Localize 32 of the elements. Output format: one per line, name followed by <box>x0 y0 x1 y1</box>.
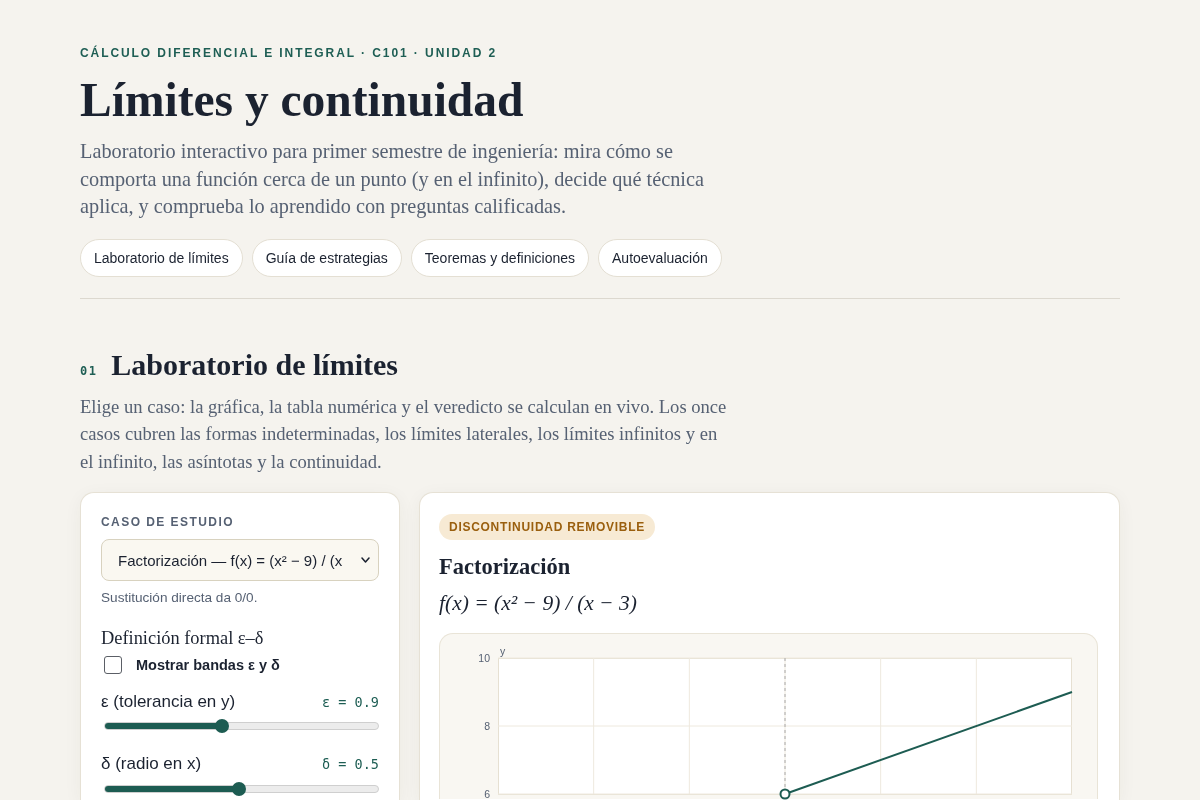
slider-value: δ = 0.5 <box>322 756 379 772</box>
checkbox-label[interactable]: Mostrar bandas ε y δ <box>136 657 280 673</box>
checkbox[interactable] <box>104 656 122 674</box>
section-number: 01 <box>80 363 98 378</box>
nav-pill[interactable]: Laboratorio de límites <box>80 238 243 277</box>
case-hint: Sustitución directa da 0/0. <box>101 590 258 606</box>
slider-thumb[interactable] <box>231 782 246 796</box>
page-title: Límites y continuidad <box>80 73 524 128</box>
section-title: Laboratorio de límites <box>111 346 398 383</box>
slider-track[interactable] <box>104 785 379 793</box>
function-formula: f(x) = (x² − 9) / (x − 3) <box>439 590 637 616</box>
course-eyebrow: CÁLCULO DIFERENCIAL E INTEGRAL · C101 · UNIDAD 2 <box>80 45 498 61</box>
intro-paragraph: Laboratorio interactivo para primer semestre de ingeniería: mira cómo se comporta una función cerca de un punto (y en el infinito), decide qué técnica aplica, y comprueba lo aprendido con preguntas calificadas. <box>80 139 705 220</box>
slider-value: ε = 0.9 <box>322 694 379 710</box>
nav-pill[interactable]: Teoremas y definiciones <box>410 238 589 277</box>
classification-badge: DISCONTINUIDAD REMOVIBLE <box>439 514 655 540</box>
y-tick-label: 6 <box>483 789 490 799</box>
slider-track[interactable] <box>104 722 379 730</box>
y-tick-label: 10 <box>477 653 490 663</box>
y-axis-label: y <box>500 646 506 656</box>
slider-label: ε (tolerancia en y) <box>101 692 236 712</box>
nav-pill[interactable]: Guía de estrategias <box>251 238 402 277</box>
section-intro: Elige un caso: la gráfica, la tabla numérica y el veredicto se calculan en vivo. Los once casos cubren las formas indeterminadas, los límites laterales, los límites infinitos y en el infinito, las asíntotas y la continuidad. <box>80 394 728 474</box>
case-label: CASO DE ESTUDIO <box>101 514 234 530</box>
case-title: Factorización <box>439 553 571 581</box>
slider-thumb[interactable] <box>215 719 230 733</box>
case-select[interactable]: Factorización — f(x) = (x² − 9) / (x <box>101 539 379 581</box>
slider-label: δ (radio en x) <box>101 754 202 774</box>
formal-definition-heading: Definición formal ε–δ <box>101 627 264 650</box>
nav-pill[interactable]: Autoevaluación <box>598 238 722 277</box>
y-tick-label: 8 <box>483 721 490 731</box>
chevron-down-icon <box>361 557 370 563</box>
